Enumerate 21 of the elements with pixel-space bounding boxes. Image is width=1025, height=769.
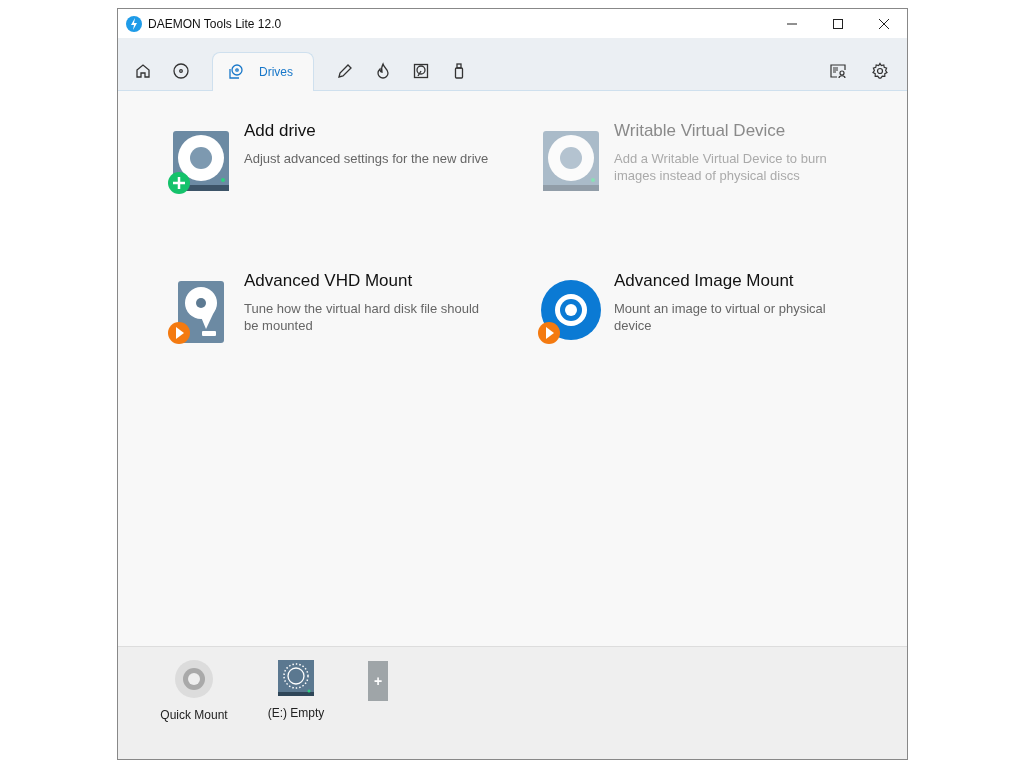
action-title[interactable]: Add drive <box>244 121 494 141</box>
action-title[interactable]: Advanced VHD Mount <box>244 271 494 291</box>
drive-label: Quick Mount <box>159 707 229 723</box>
drive-icon[interactable] <box>277 659 315 697</box>
drive-icon[interactable] <box>227 63 245 81</box>
drives-tab[interactable]: Drives <box>212 52 314 91</box>
window-title: DAEMON Tools Lite 12.0 <box>148 16 282 31</box>
bolt-logo-icon <box>126 15 142 32</box>
drive-icon[interactable] <box>166 129 232 195</box>
action-description: Mount an image to virtual or physical device <box>614 300 827 334</box>
pencil-icon[interactable] <box>336 62 354 80</box>
action-title[interactable]: Advanced Image Mount <box>614 271 864 291</box>
action-description: Tune how the virtual hard disk file should be mounted <box>244 300 481 334</box>
close-icon[interactable] <box>878 17 890 30</box>
maximize-icon[interactable] <box>832 17 844 30</box>
action-description: Add a Writable Virtual Device to burn images instead of physical discs <box>614 150 828 184</box>
flame-icon[interactable] <box>374 62 392 80</box>
disc-icon[interactable] <box>172 62 190 80</box>
drive-label: (E:) Empty <box>266 705 326 721</box>
action-description: Adjust advanced settings for the new drive <box>244 150 490 167</box>
home-icon[interactable] <box>134 62 152 80</box>
